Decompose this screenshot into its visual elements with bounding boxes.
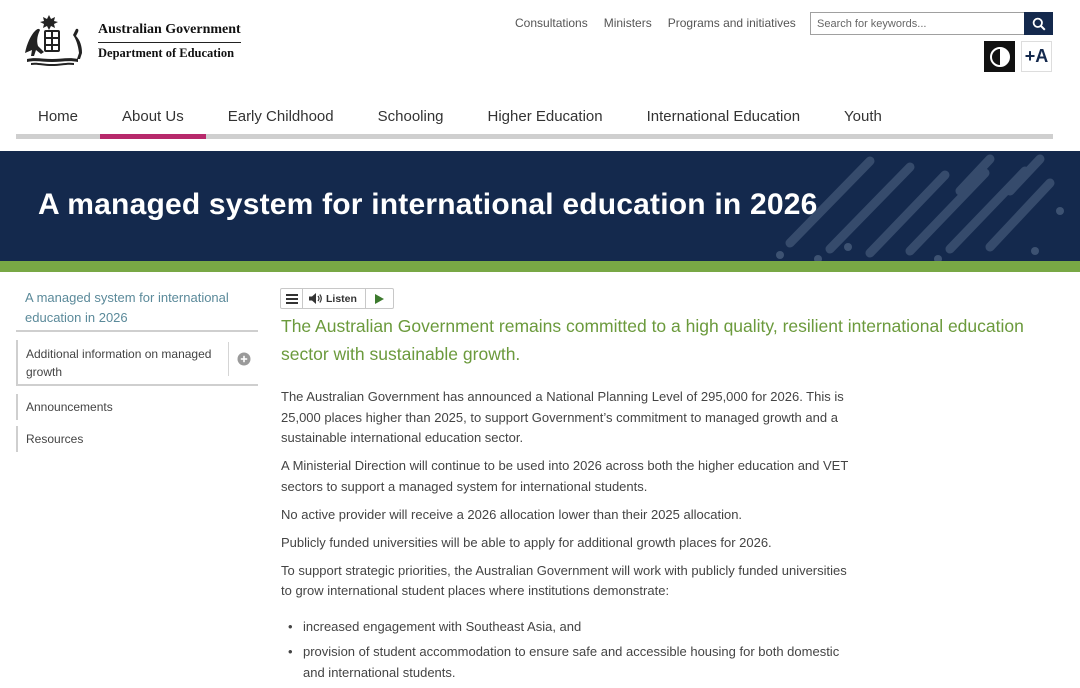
- listen-button[interactable]: Listen: [303, 289, 366, 308]
- contrast-toggle-button[interactable]: [984, 41, 1015, 72]
- banner-accent-bar: [0, 261, 1080, 272]
- sidebar-item-label[interactable]: Additional information on managed growth: [16, 340, 228, 384]
- nav-about-us[interactable]: About Us: [100, 99, 206, 139]
- page-title: A managed system for international educa…: [38, 188, 818, 221]
- list-item: increased engagement with Southeast Asia…: [281, 617, 851, 638]
- utility-links: Consultations Ministers Programs and ini…: [515, 16, 796, 30]
- agency-logo[interactable]: Australian Government Department of Educ…: [17, 13, 241, 69]
- search-form: [810, 12, 1053, 35]
- sidebar-item-current[interactable]: A managed system for international educa…: [16, 287, 258, 332]
- nav-higher-education[interactable]: Higher Education: [466, 99, 625, 134]
- read-aloud-menu-button[interactable]: [281, 289, 303, 308]
- list-item: provision of student accommodation to en…: [281, 642, 851, 683]
- sidebar-item-additional-information: Additional information on managed growth: [16, 340, 258, 386]
- criteria-list: increased engagement with Southeast Asia…: [281, 617, 851, 684]
- main-navigation: Home About Us Early Childhood Schooling …: [16, 99, 1053, 139]
- coat-of-arms-crest-icon: [25, 15, 82, 66]
- font-size-button[interactable]: +A: [1021, 41, 1052, 72]
- utility-link-programs[interactable]: Programs and initiatives: [668, 16, 796, 30]
- plus-circle-icon: [237, 352, 250, 366]
- banner-decoration: [776, 154, 1064, 261]
- nav-international-education[interactable]: International Education: [625, 99, 822, 134]
- body-paragraph: The Australian Government has announced …: [281, 389, 844, 445]
- listen-label: Listen: [326, 292, 357, 305]
- section-sidebar: A managed system for international educa…: [16, 287, 258, 452]
- sidebar-item-resources[interactable]: Resources: [16, 426, 258, 452]
- nav-early-childhood[interactable]: Early Childhood: [206, 99, 356, 134]
- accessibility-tools: +A: [984, 41, 1052, 72]
- logo-line-1: Australian Government: [98, 21, 241, 43]
- contrast-icon: [989, 46, 1010, 67]
- search-icon: [1032, 17, 1046, 31]
- body-paragraph: A Ministerial Direction will continue to…: [281, 458, 849, 494]
- search-input[interactable]: [810, 12, 1024, 35]
- hamburger-icon: [285, 293, 298, 304]
- lead-paragraph: The Australian Government remains commit…: [281, 316, 1024, 364]
- nav-home[interactable]: Home: [16, 99, 100, 134]
- page-banner: A managed system for international educa…: [0, 151, 1080, 261]
- nav-youth[interactable]: Youth: [822, 99, 904, 134]
- search-button[interactable]: [1024, 12, 1053, 35]
- body-paragraph: Publicly funded universities will be abl…: [281, 534, 772, 550]
- read-aloud-widget: Listen: [280, 288, 394, 309]
- play-button[interactable]: [366, 289, 393, 308]
- main-content: The Australian Government has announced …: [281, 387, 851, 688]
- utility-link-consultations[interactable]: Consultations: [515, 16, 588, 30]
- nav-schooling[interactable]: Schooling: [356, 99, 466, 134]
- play-icon: [374, 293, 384, 304]
- utility-link-ministers[interactable]: Ministers: [604, 16, 652, 30]
- sidebar-expand-button[interactable]: [228, 342, 258, 376]
- body-paragraph: To support strategic priorities, the Aus…: [281, 562, 847, 599]
- body-paragraph: No active provider will receive a 2026 a…: [281, 506, 743, 522]
- logo-line-2: Department of Education: [98, 46, 235, 60]
- speaker-icon: [309, 293, 322, 304]
- sidebar-item-announcements[interactable]: Announcements: [16, 394, 258, 420]
